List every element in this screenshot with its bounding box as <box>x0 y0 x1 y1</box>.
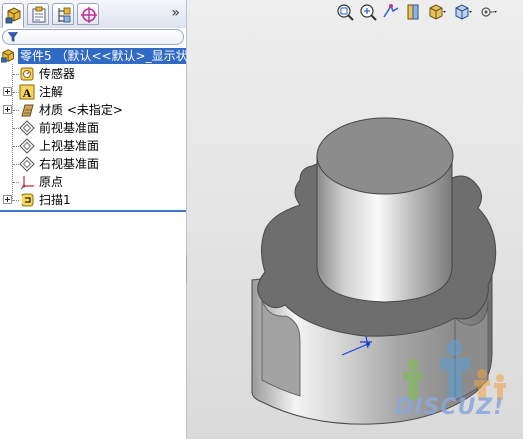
tree-item-label: 右视基准面 <box>39 157 100 171</box>
tree-item[interactable]: 前视基准面 <box>0 119 186 137</box>
tree-item-label: 扫描1 <box>39 193 71 207</box>
tree-item-label: 材质 <未指定> <box>39 103 123 117</box>
filter-funnel-icon <box>8 32 18 42</box>
origin-icon <box>20 176 34 190</box>
display-style-icon[interactable] <box>453 2 473 22</box>
tree-item[interactable]: 右视基准面 <box>0 155 186 173</box>
previous-view-icon[interactable] <box>381 2 401 22</box>
tree-item-label: 传感器 <box>39 67 76 81</box>
part-icon <box>1 49 14 63</box>
property-manager-icon <box>32 6 46 23</box>
tree-expand-toggle[interactable] <box>3 87 12 96</box>
annotation-icon: A <box>19 84 35 100</box>
tab-configuration-manager[interactable] <box>52 3 74 25</box>
feature-filter-input[interactable] <box>2 29 184 45</box>
graphics-viewport[interactable]: DISCUZ! <box>187 0 523 439</box>
tree-root-label: 零件5 （默认<<默认>_显示状态 <box>20 49 200 63</box>
hide-show-items-icon[interactable] <box>479 2 499 22</box>
manager-tab-strip: » <box>0 0 186 29</box>
feature-manager-panel: » 零件5 （默认<<默认>_显示状态 传感器 A 注解材质 <未指定> 前视基准面上… <box>0 0 200 439</box>
svg-text:A: A <box>23 86 32 100</box>
tree-rollback-bar[interactable] <box>0 210 186 212</box>
tree-expand-toggle[interactable] <box>3 105 12 114</box>
tree-expand-toggle[interactable] <box>3 195 12 204</box>
discuz-watermark: DISCUZ! <box>395 395 505 420</box>
tree-item-label: 上视基准面 <box>39 139 100 153</box>
plane-icon <box>19 120 35 136</box>
plane-icon <box>19 138 35 154</box>
tab-feature-manager[interactable] <box>2 3 24 28</box>
tree-item[interactable]: 原点 <box>0 173 186 191</box>
tree-root-part[interactable]: 零件5 （默认<<默认>_显示状态 <box>0 47 200 65</box>
tree-item[interactable]: 扫描1 <box>0 191 186 209</box>
section-view-icon[interactable] <box>404 2 424 22</box>
tab-property-manager[interactable] <box>27 3 49 25</box>
tree-item[interactable]: 材质 <未指定> <box>0 101 186 119</box>
part-model-3d[interactable] <box>187 0 523 439</box>
tab-display-manager[interactable] <box>77 3 99 25</box>
material-icon <box>21 104 34 117</box>
expand-panel-button[interactable]: » <box>171 5 180 21</box>
plane-icon <box>19 156 35 172</box>
configuration-manager-icon <box>58 7 71 23</box>
tree-item-label: 原点 <box>39 175 64 189</box>
tree-item[interactable]: 上视基准面 <box>0 137 186 155</box>
zoom-to-fit-icon[interactable] <box>335 2 355 22</box>
tree-item[interactable]: A 注解 <box>0 83 186 101</box>
feature-manager-icon <box>5 7 21 24</box>
boss-cylinder-top <box>316 117 454 195</box>
zoom-to-area-icon[interactable] <box>358 2 378 22</box>
tree-item-label: 注解 <box>39 85 64 99</box>
filter-row <box>0 28 186 46</box>
display-manager-icon <box>81 7 97 23</box>
sensor-icon <box>20 67 34 81</box>
tree-item[interactable]: 传感器 <box>0 65 186 83</box>
tree-item-label: 前视基准面 <box>39 121 100 135</box>
view-orientation-icon[interactable] <box>427 2 447 22</box>
sweep-feature-icon <box>21 193 34 207</box>
